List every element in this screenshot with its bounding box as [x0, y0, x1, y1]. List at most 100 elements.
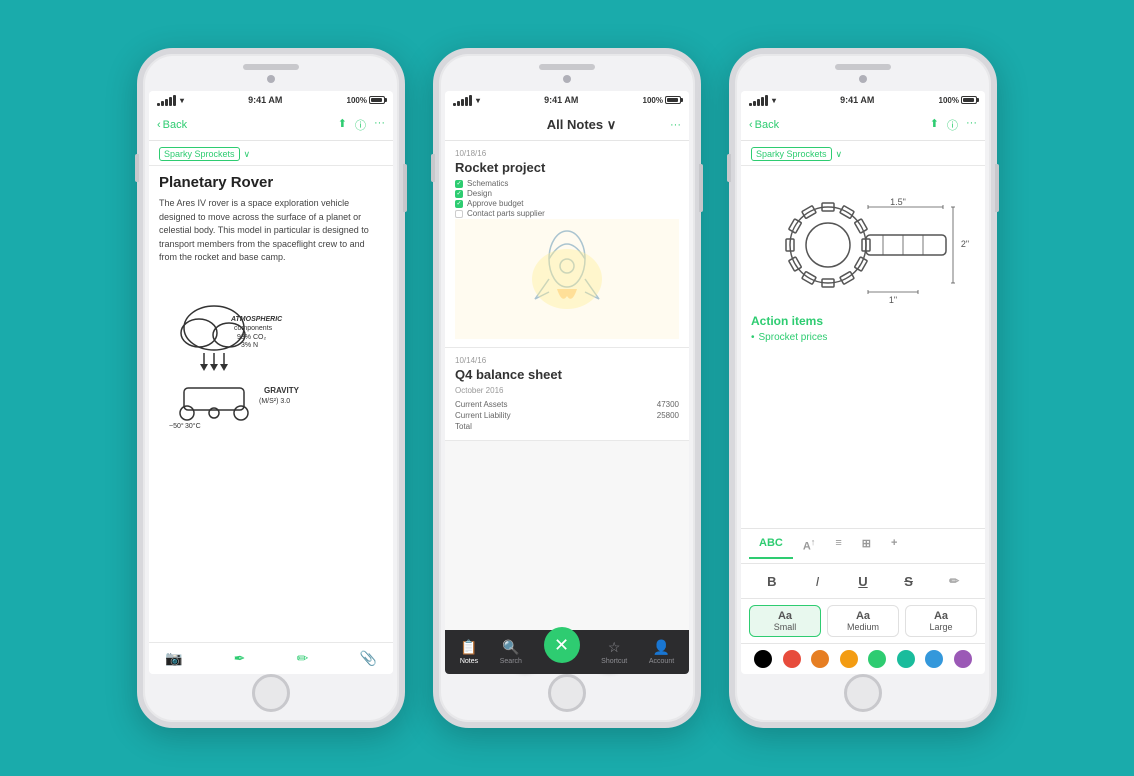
format-area: 1.5" 2" 1" Action items • Sprocket price: [741, 166, 985, 528]
format-tabs-row: ABC A↑ ≡ ⊞ +: [741, 529, 985, 564]
color-red[interactable]: [783, 650, 801, 668]
check-4: [455, 210, 463, 218]
rocket-sketch: [455, 219, 679, 339]
nav-bar-1: ‹ Back ⬆ ⓘ ···: [149, 109, 393, 141]
tag-chevron-1: ∨: [244, 149, 251, 160]
balance-row-3: Total: [455, 421, 679, 432]
sketch-area-1: ATMOSPHERIC components 93% CO₂ 3% N: [159, 273, 383, 433]
svg-text:1": 1": [889, 295, 897, 305]
action-title: Action items: [751, 314, 975, 328]
chevron-left-icon-3: ‹: [749, 119, 753, 131]
color-yellow[interactable]: [840, 650, 858, 668]
phone-speaker-3: [835, 64, 891, 70]
size-medium-button[interactable]: Aa Medium: [827, 605, 899, 637]
search-tab-label: Search: [500, 658, 522, 665]
svg-text:3% N: 3% N: [241, 342, 258, 349]
svg-text:ATMOSPHERIC: ATMOSPHERIC: [230, 316, 283, 323]
color-black[interactable]: [754, 650, 772, 668]
format-tab-list[interactable]: ≡: [825, 533, 851, 559]
note-item-2[interactable]: 10/14/16 Q4 balance sheet October 2016 C…: [445, 348, 689, 441]
status-bar-2: ▾ 9:41 AM 100%: [445, 91, 689, 109]
info-icon-3[interactable]: ⓘ: [947, 117, 958, 133]
strikethrough-button[interactable]: S: [895, 570, 923, 592]
wifi-icon-2: ▾: [476, 96, 480, 105]
note-item-1[interactable]: 10/18/16 Rocket project ✓Schematics ✓Des…: [445, 141, 689, 348]
attach-icon-1[interactable]: 📎: [360, 650, 377, 667]
nav-icons-2: ···: [670, 119, 681, 131]
color-teal[interactable]: [897, 650, 915, 668]
back-button-1[interactable]: ‹ Back: [157, 119, 187, 131]
svg-text:2": 2": [961, 239, 969, 249]
format-tab-abc[interactable]: ABC: [749, 533, 793, 559]
tab-search[interactable]: 🔍 Search: [500, 639, 522, 665]
search-tab-icon: 🔍: [502, 639, 519, 656]
size-large-button[interactable]: Aa Large: [905, 605, 977, 637]
screen-1: ▾ 9:41 AM 100% ‹ Back ⬆ ⓘ ··· Sparky Spr…: [149, 91, 393, 674]
time-2: 9:41 AM: [544, 95, 578, 105]
checklist-1: ✓Schematics ✓Design ✓Approve budget Cont…: [455, 179, 679, 218]
phone-camera-3: [859, 75, 867, 83]
tab-notes[interactable]: 📋 Notes: [460, 639, 478, 665]
time-1: 9:41 AM: [248, 95, 282, 105]
home-button-2[interactable]: [548, 674, 586, 712]
share-icon-3[interactable]: ⬆: [930, 117, 939, 133]
more-icon-1[interactable]: ···: [374, 117, 385, 133]
battery-2: 100%: [643, 96, 681, 105]
note-tag-bar-3: Sparky Sprockets ∨: [741, 141, 985, 166]
phone-2: ▾ 9:41 AM 100% All Notes ∨ ··· 10/18/16 …: [433, 48, 701, 728]
format-tab-size[interactable]: A↑: [793, 533, 826, 559]
more-icon-2[interactable]: ···: [670, 119, 681, 131]
color-orange[interactable]: [811, 650, 829, 668]
tab-shortcut[interactable]: ☆ Shortcut: [601, 639, 627, 665]
format-tab-photo[interactable]: ⊞: [852, 533, 881, 559]
shortcut-tab-icon: ☆: [608, 639, 621, 656]
phone-camera-2: [563, 75, 571, 83]
gear-sketch: 1.5" 2" 1": [751, 174, 975, 314]
more-icon-3[interactable]: ···: [966, 117, 977, 133]
color-blue[interactable]: [925, 650, 943, 668]
format-tab-add[interactable]: +: [881, 533, 907, 559]
nav-icons-3: ⬆ ⓘ ···: [930, 117, 977, 133]
screen-3: ▾ 9:41 AM 100% ‹ Back ⬆ ⓘ ··· Sparky Spr…: [741, 91, 985, 674]
battery-3: 100%: [939, 96, 977, 105]
home-button-1[interactable]: [252, 674, 290, 712]
check-1: ✓: [455, 180, 463, 188]
info-icon-1[interactable]: ⓘ: [355, 117, 366, 133]
tab-account[interactable]: 👤 Account: [649, 639, 674, 665]
back-button-3[interactable]: ‹ Back: [749, 119, 779, 131]
format-toolbar: ABC A↑ ≡ ⊞ + B I U S ✏ Aa Small: [741, 528, 985, 674]
account-tab-icon: 👤: [653, 639, 670, 656]
add-center-button[interactable]: ✕: [544, 627, 580, 663]
check-2: ✓: [455, 190, 463, 198]
camera-icon-1[interactable]: 📷: [165, 650, 182, 667]
status-bar-3: ▾ 9:41 AM 100%: [741, 91, 985, 109]
size-row: Aa Small Aa Medium Aa Large: [741, 599, 985, 644]
home-button-3[interactable]: [844, 674, 882, 712]
size-small-button[interactable]: Aa Small: [749, 605, 821, 637]
pen-icon-1[interactable]: ✒: [234, 650, 246, 667]
pencil-icon-1[interactable]: ✏: [297, 650, 309, 667]
tag-label-3[interactable]: Sparky Sprockets: [751, 147, 832, 161]
color-green[interactable]: [868, 650, 886, 668]
color-purple[interactable]: [954, 650, 972, 668]
underline-button[interactable]: U: [849, 570, 877, 592]
bold-button[interactable]: B: [758, 570, 786, 592]
nav-title-2: All Notes ∨: [547, 117, 616, 133]
svg-text:components: components: [234, 325, 273, 332]
status-bar-1: ▾ 9:41 AM 100%: [149, 91, 393, 109]
signal-2: [453, 95, 472, 106]
share-icon-1[interactable]: ⬆: [338, 117, 347, 133]
phone-3: ▾ 9:41 AM 100% ‹ Back ⬆ ⓘ ··· Sparky Spr…: [729, 48, 997, 728]
nav-bar-2: All Notes ∨ ···: [445, 109, 689, 141]
highlight-button[interactable]: ✏: [940, 570, 968, 592]
svg-text:(M/S²) 3.0: (M/S²) 3.0: [259, 398, 290, 405]
note-item-title-2: Q4 balance sheet: [455, 367, 679, 382]
account-tab-label: Account: [649, 658, 674, 665]
action-item-1: • Sprocket prices: [751, 332, 975, 343]
format-buttons-row: B I U S ✏: [741, 564, 985, 599]
balance-row-1: Current Assets47300: [455, 399, 679, 410]
tag-label-1[interactable]: Sparky Sprockets: [159, 147, 240, 161]
italic-button[interactable]: I: [803, 570, 831, 592]
chevron-left-icon-1: ‹: [157, 119, 161, 131]
svg-text:~50°: ~50°: [169, 422, 184, 430]
